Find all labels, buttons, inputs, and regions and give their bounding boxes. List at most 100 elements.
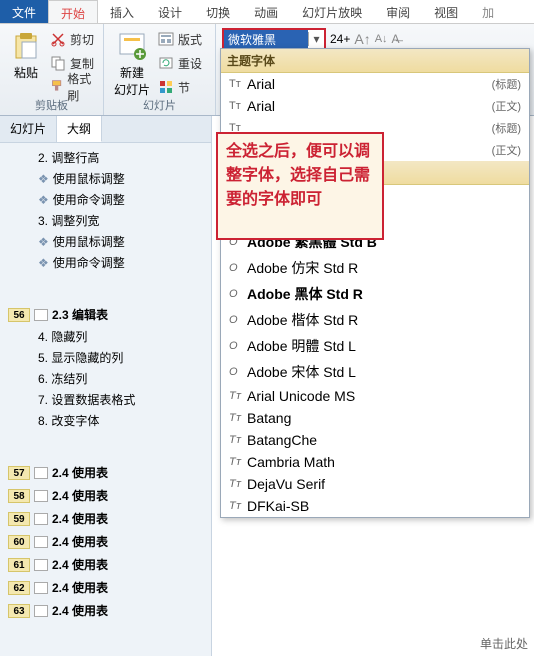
bullet-icon: ❖ — [38, 235, 49, 249]
tab-design[interactable]: 设计 — [146, 0, 194, 23]
font-name: Cambria Math — [247, 454, 521, 470]
ribbon-tabs: 文件 开始 插入 设计 切换 动画 幻灯片放映 审阅 视图 加 — [0, 0, 534, 24]
slide-thumb-icon — [34, 467, 48, 479]
nav-tab-outline[interactable]: 大纲 — [57, 116, 102, 142]
cut-label: 剪切 — [70, 31, 94, 48]
clear-format-icon[interactable]: A̶ — [392, 32, 400, 46]
outline-item[interactable]: 8. 改变字体 — [4, 410, 211, 431]
font-family-selected: 微软雅黑 — [224, 30, 308, 49]
slide-number: 58 — [8, 489, 30, 503]
outline-item[interactable]: ❖使用命令调整 — [4, 252, 211, 273]
tab-insert[interactable]: 插入 — [98, 0, 146, 23]
new-slide-label: 新建 幻灯片 — [114, 64, 150, 98]
reset-button[interactable]: 重设 — [158, 52, 202, 74]
outline-heading[interactable]: 562.3 编辑表 — [4, 303, 211, 326]
group-slides-label: 幻灯片 — [104, 97, 215, 113]
format-painter-icon — [50, 79, 63, 95]
tab-animation[interactable]: 动画 — [242, 0, 290, 23]
font-grow-icon[interactable]: A↑ — [354, 31, 370, 47]
outline-heading[interactable]: 582.4 使用表 — [4, 484, 211, 507]
outline-heading[interactable]: 60 2.4 使用表 — [4, 530, 211, 553]
font-option[interactable]: TᴛDejaVu Serif — [221, 473, 529, 495]
outline-heading[interactable]: 632.4 使用表 — [4, 599, 211, 622]
outline-text: 4. 隐藏列 — [38, 328, 87, 345]
annotation-box: 全选之后，便可以调整字体，选择自己需要的字体即可 — [216, 132, 384, 240]
font-option[interactable]: OAdobe 楷体 Std R — [221, 307, 529, 333]
font-option[interactable]: OAdobe 仿宋 Std R — [221, 255, 529, 281]
outline-heading[interactable]: 572.4 使用表 — [4, 461, 211, 484]
font-tag: (正文) — [492, 98, 521, 114]
outline-item[interactable]: 4. 隐藏列 — [4, 326, 211, 347]
font-size-value[interactable]: 24+ — [330, 32, 350, 46]
outline-text: 使用命令调整 — [53, 191, 125, 208]
font-type-icon: O — [229, 366, 247, 378]
font-shrink-icon[interactable]: A↓ — [375, 33, 388, 45]
outline-title: 2.4 使用表 — [52, 510, 108, 527]
outline-item[interactable]: 6. 冻结列 — [4, 368, 211, 389]
tab-slideshow[interactable]: 幻灯片放映 — [290, 0, 374, 23]
slide-number: 60 — [8, 535, 30, 549]
outline-item[interactable]: ❖使用鼠标调整 — [4, 231, 211, 252]
layout-button[interactable]: 版式 — [158, 28, 202, 50]
font-tag: (标题) — [492, 120, 521, 136]
tab-transition[interactable]: 切换 — [194, 0, 242, 23]
nav-tab-slides[interactable]: 幻灯片 — [0, 116, 57, 142]
nav-tabs: 幻灯片 大纲 — [0, 116, 211, 143]
outline-item[interactable]: 2. 调整行高 — [4, 147, 211, 168]
font-type-icon: Tᴛ — [229, 434, 247, 446]
cut-button[interactable]: 剪切 — [50, 28, 97, 50]
slide-number: 61 — [8, 558, 30, 572]
font-option[interactable]: TᴛCambria Math — [221, 451, 529, 473]
outline-heading[interactable]: 622.4 使用表 — [4, 576, 211, 599]
outline-text: 5. 显示隐藏的列 — [38, 349, 123, 366]
font-option[interactable]: TᴛBatangChe — [221, 429, 529, 451]
tab-home[interactable]: 开始 — [48, 0, 98, 23]
outline-list[interactable]: 2. 调整行高❖使用鼠标调整❖使用命令调整3. 调整列宽❖使用鼠标调整❖使用命令… — [0, 143, 211, 622]
paste-button[interactable]: 粘贴 — [6, 28, 46, 98]
format-painter-button[interactable]: 格式刷 — [50, 76, 97, 98]
layout-label: 版式 — [178, 31, 202, 48]
font-type-icon: O — [229, 262, 247, 274]
font-option[interactable]: TᴛArial(标题) — [221, 73, 529, 95]
font-family-combo[interactable]: 微软雅黑 ▾ — [222, 28, 326, 50]
font-option[interactable]: TᴛArial(正文) — [221, 95, 529, 117]
font-option[interactable]: TᴛDFKai-SB — [221, 495, 529, 517]
slide-thumb-icon — [34, 582, 48, 594]
slide-number: 63 — [8, 604, 30, 618]
tab-view[interactable]: 视图 — [422, 0, 470, 23]
font-option[interactable]: OAdobe 明體 Std L — [221, 333, 529, 359]
chevron-down-icon[interactable]: ▾ — [308, 32, 324, 46]
font-type-icon: Tᴛ — [229, 412, 247, 424]
reset-icon — [158, 55, 174, 71]
paste-label: 粘贴 — [14, 64, 38, 81]
font-name: Adobe 黑体 Std R — [247, 284, 521, 304]
font-name: BatangChe — [247, 432, 521, 448]
outline-item[interactable]: 3. 调整列宽 — [4, 210, 211, 231]
font-option[interactable]: OAdobe 黑体 Std R — [221, 281, 529, 307]
outline-title: 2.4 使用表 — [52, 533, 108, 550]
tab-more[interactable]: 加 — [470, 0, 506, 23]
tab-review[interactable]: 审阅 — [374, 0, 422, 23]
reset-label: 重设 — [178, 55, 202, 72]
outline-item[interactable]: ❖使用鼠标调整 — [4, 168, 211, 189]
outline-text: 8. 改变字体 — [38, 412, 99, 429]
tab-file[interactable]: 文件 — [0, 0, 48, 23]
font-type-icon: Tᴛ — [229, 390, 247, 402]
slide-number: 59 — [8, 512, 30, 526]
section-icon — [158, 79, 174, 95]
outline-item[interactable]: ❖使用命令调整 — [4, 189, 211, 210]
outline-heading[interactable]: 612.4 使用表 — [4, 553, 211, 576]
new-slide-button[interactable]: 新建 幻灯片 — [110, 28, 154, 100]
outline-item[interactable]: 5. 显示隐藏的列 — [4, 347, 211, 368]
section-button[interactable]: 节 — [158, 76, 202, 98]
outline-item[interactable]: 7. 设置数据表格式 — [4, 389, 211, 410]
bottom-hint: 单击此处 — [480, 635, 528, 652]
group-clipboard: 粘贴 剪切 复制 格式刷 剪贴板 — [0, 24, 104, 115]
font-type-icon: O — [229, 288, 247, 300]
font-option[interactable]: TᴛArial Unicode MS — [221, 385, 529, 407]
font-option[interactable]: OAdobe 宋体 Std L — [221, 359, 529, 385]
outline-heading[interactable]: 59 2.4 使用表 — [4, 507, 211, 530]
font-option[interactable]: TᴛBatang — [221, 407, 529, 429]
font-type-icon: O — [229, 314, 247, 326]
font-name: Adobe 仿宋 Std R — [247, 258, 521, 278]
